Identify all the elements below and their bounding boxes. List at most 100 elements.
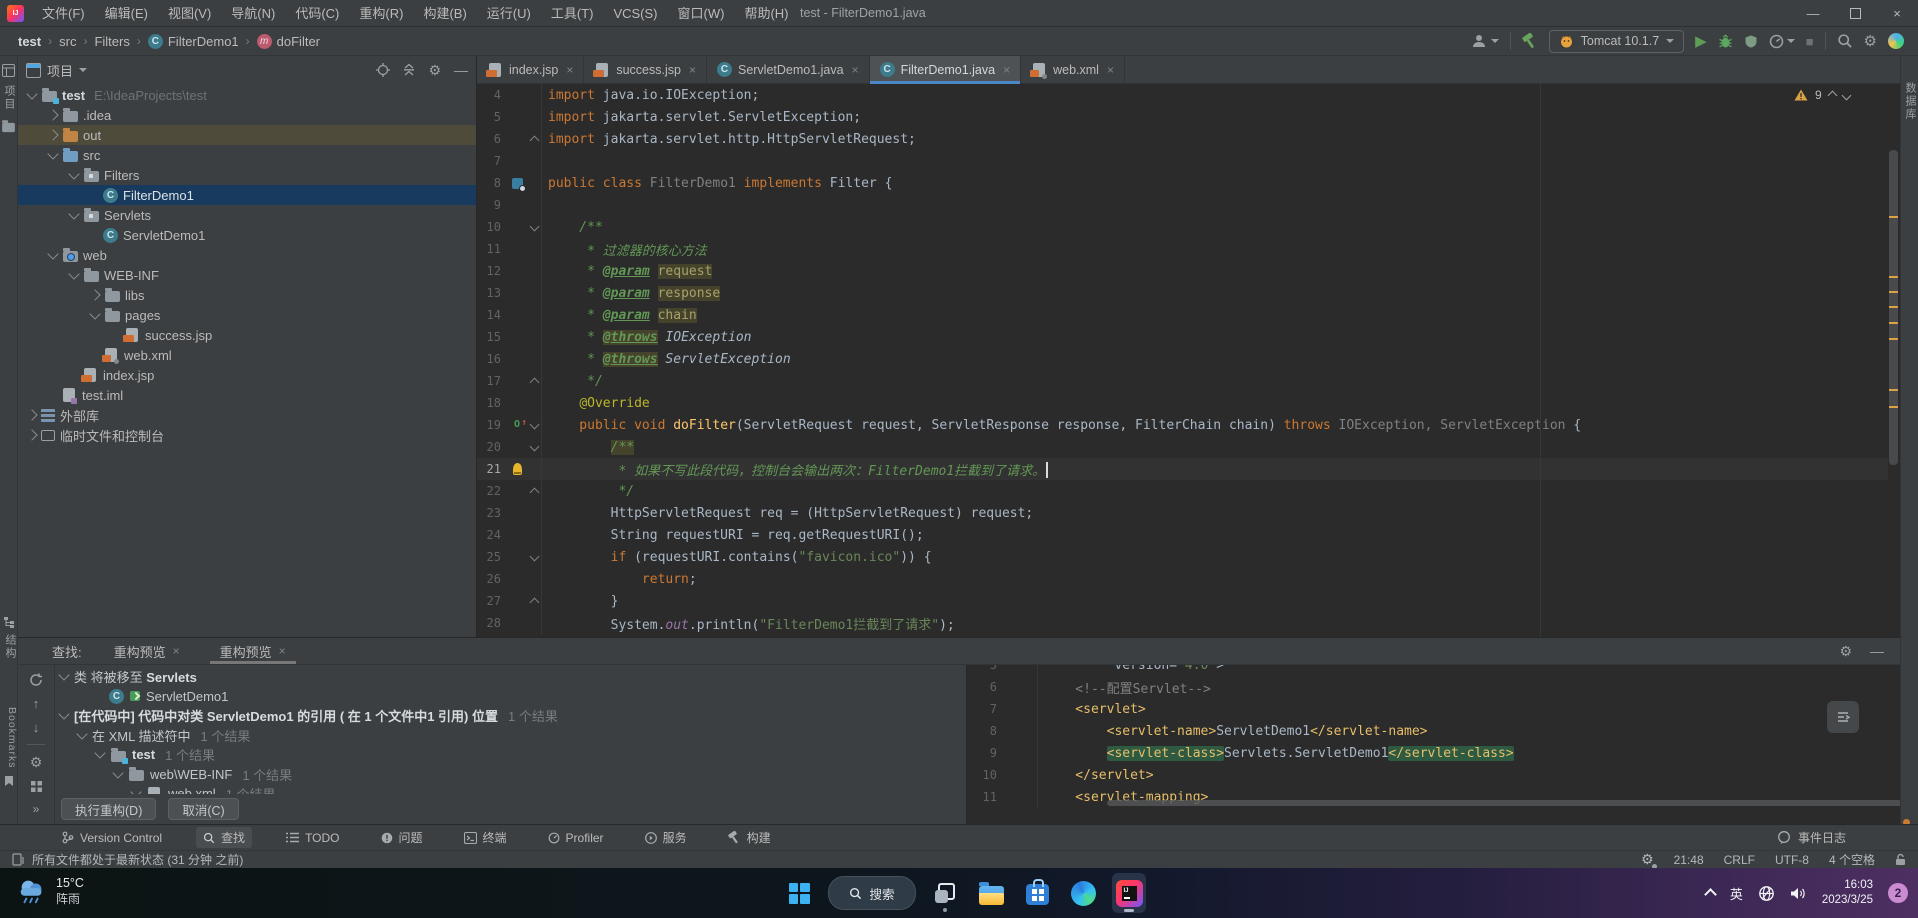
intention-bulb-icon[interactable] [513, 463, 522, 475]
fold-marker-icon[interactable] [529, 551, 539, 561]
lock-icon[interactable] [1895, 853, 1906, 866]
indent-selector[interactable]: 4 个空格 [1829, 851, 1875, 868]
refactoring-tree-row[interactable]: [在代码中] 代码中对类 ServletDemo1 的引用 ( 在 1 个文件中… [56, 706, 964, 726]
breadcrumb-item[interactable]: Filters [94, 34, 129, 49]
debug-bug-icon[interactable] [1718, 34, 1733, 49]
menu-item[interactable]: VCS(S) [603, 0, 667, 27]
inspection-widget[interactable]: 9 [1794, 88, 1850, 102]
code-line[interactable]: 18 @Override [477, 392, 1888, 414]
ide-feature-icon[interactable] [1888, 33, 1904, 49]
code-line[interactable]: 7 <servlet> [967, 698, 1900, 720]
menu-item[interactable]: 文件(F) [32, 0, 95, 27]
build-hammer-icon[interactable] [1522, 33, 1538, 49]
code-line[interactable]: 16 * @throws ServletException [477, 348, 1888, 370]
editor-tab[interactable]: index.jsp× [477, 56, 584, 83]
structure-stripe-button[interactable]: 结构 [0, 616, 18, 666]
code-line[interactable]: 5 version="4.0"> [967, 665, 1900, 676]
project-tree-row[interactable]: pages [18, 305, 476, 325]
refactoring-tree-row[interactable]: test1 个结果 [56, 745, 964, 765]
encoding-selector[interactable]: UTF-8 [1775, 853, 1809, 867]
menu-item[interactable]: 重构(R) [349, 0, 413, 27]
code-line[interactable]: 20 /** [477, 436, 1888, 458]
menu-item[interactable]: 代码(C) [285, 0, 349, 27]
menu-item[interactable]: 视图(V) [158, 0, 221, 27]
code-line[interactable]: 8public class FilterDemo1 implements Fil… [477, 172, 1888, 194]
project-tree-row[interactable]: .idea [18, 105, 476, 125]
menu-item[interactable]: 工具(T) [541, 0, 604, 27]
restore-button[interactable] [1834, 0, 1876, 27]
hide-panel-icon[interactable]: — [454, 62, 468, 78]
network-icon[interactable] [1758, 885, 1775, 902]
task-view-button[interactable] [928, 873, 962, 913]
tool-window-button-problems[interactable]: 问题 [374, 827, 430, 848]
prev-warning-icon[interactable] [1827, 90, 1837, 100]
code-line[interactable]: 24 String requestURI = req.getRequestURI… [477, 524, 1888, 546]
code-line[interactable]: 6 <!--配置Servlet--> [967, 676, 1900, 698]
hidden-icons-chevron[interactable] [1704, 888, 1717, 901]
ime-indicator[interactable]: 英 [1730, 884, 1743, 903]
microsoft-store-button[interactable] [1020, 873, 1054, 913]
refactoring-tree-row[interactable]: CServletDemo1 [56, 687, 964, 707]
line-ending-selector[interactable]: CRLF [1724, 853, 1755, 867]
code-line[interactable]: 6import jakarta.servlet.http.HttpServlet… [477, 128, 1888, 150]
clock-date[interactable]: 16:03 2023/3/25 [1822, 878, 1873, 908]
panel-settings-gear-icon[interactable]: ⚙ [428, 62, 441, 79]
profile-menu-button[interactable] [1471, 33, 1499, 49]
run-configuration-select[interactable]: Tomcat 10.1.7 [1549, 30, 1685, 53]
volume-icon[interactable] [1790, 886, 1807, 901]
cancel-button[interactable]: 取消(C) [168, 798, 238, 820]
favorites-folder-icon[interactable] [0, 119, 17, 133]
group-by-icon[interactable] [30, 780, 43, 793]
start-button[interactable] [782, 873, 816, 913]
project-tree-row[interactable]: src [18, 145, 476, 165]
refactor-settings-gear-icon[interactable]: ⚙ [30, 754, 43, 771]
code-line[interactable]: 15 * @throws IOException [477, 326, 1888, 348]
code-line[interactable]: 11 * 过滤器的核心方法 [477, 238, 1888, 260]
editor-tab[interactable]: web.xml× [1021, 56, 1125, 83]
next-occurrence-icon[interactable]: ↓ [33, 720, 40, 735]
scroll-to-source-button[interactable] [1827, 701, 1859, 733]
project-tree-row[interactable]: libs [18, 285, 476, 305]
settings-gear-icon[interactable]: ⚙ [1864, 32, 1877, 50]
coverage-icon[interactable] [1744, 34, 1758, 49]
refactoring-tree-row[interactable]: 在 XML 描述符中1 个结果 [56, 726, 964, 746]
refactoring-preview-tab[interactable]: 重构预览× [214, 638, 292, 664]
weather-widget[interactable]: 15°C 阵雨 [16, 875, 84, 907]
update-gear-icon[interactable]: ⚙ [1641, 851, 1654, 868]
breadcrumb-item[interactable]: src [59, 34, 76, 49]
code-line[interactable]: 26 return; [477, 568, 1888, 590]
rerun-icon[interactable] [29, 673, 43, 687]
fold-marker-icon[interactable] [529, 377, 539, 387]
refactoring-tree-row[interactable]: web\WEB-INF1 个结果 [56, 765, 964, 785]
refactoring-preview-tab[interactable]: 重构预览× [108, 638, 186, 664]
fold-marker-icon[interactable] [529, 135, 539, 145]
bottom-hide-icon[interactable]: — [1870, 643, 1884, 659]
tool-window-button-services[interactable]: 服务 [638, 827, 694, 848]
project-tree-row[interactable]: WEB-INF [18, 265, 476, 285]
code-line[interactable]: 23 HttpServletRequest req = (HttpServlet… [477, 502, 1888, 524]
class-gutter-icon[interactable] [512, 178, 523, 189]
code-line[interactable]: 19O public void doFilter(ServletRequest … [477, 414, 1888, 436]
code-line[interactable]: 25 if (requestURI.contains("favicon.ico"… [477, 546, 1888, 568]
edge-button[interactable] [1066, 873, 1100, 913]
next-warning-icon[interactable] [1841, 90, 1851, 100]
tool-window-button-branch[interactable]: Version Control [55, 829, 169, 847]
minimize-button[interactable]: — [1792, 0, 1834, 27]
tab-close-icon[interactable]: × [1003, 63, 1010, 77]
xml-preview-editor[interactable]: 5 version="4.0">6 <!--配置Servlet-->7 <ser… [967, 665, 1900, 824]
menu-item[interactable]: 构建(B) [413, 0, 476, 27]
code-line[interactable]: 22 */ [477, 480, 1888, 502]
tool-window-button-search[interactable]: 查找 [196, 827, 252, 848]
file-explorer-button[interactable] [974, 873, 1008, 913]
database-stripe-button[interactable]: 数据库 [1901, 82, 1918, 121]
menu-item[interactable]: 帮助(H) [734, 0, 798, 27]
project-tree-row[interactable]: CFilterDemo1 [18, 185, 476, 205]
project-view-dropdown-icon[interactable] [79, 68, 87, 72]
collapse-all-icon[interactable] [403, 63, 415, 77]
profiler-button[interactable] [1769, 34, 1795, 49]
close-button[interactable]: × [1876, 0, 1918, 27]
notification-badge[interactable]: 2 [1888, 883, 1908, 903]
tab-close-icon[interactable]: × [1107, 63, 1114, 77]
tool-window-button-profiler[interactable]: Profiler [541, 829, 611, 847]
code-line[interactable]: 17 */ [477, 370, 1888, 392]
